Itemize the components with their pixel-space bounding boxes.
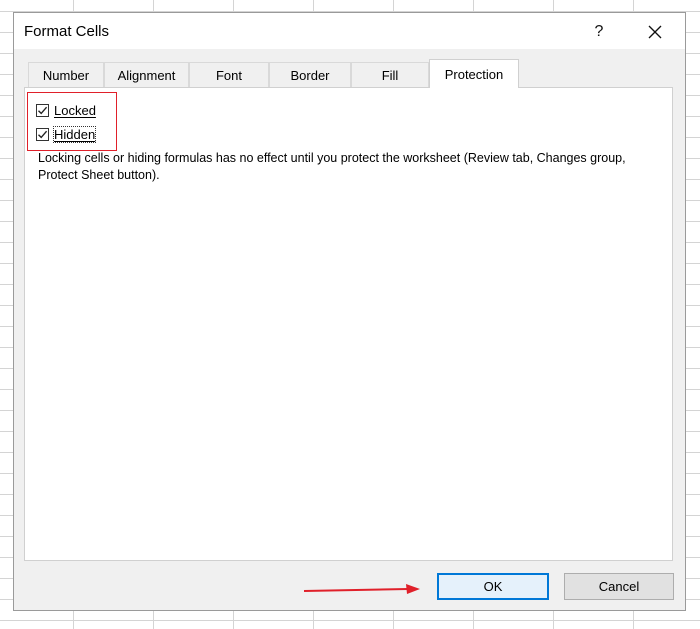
title-bar: Format Cells ? xyxy=(14,13,685,49)
hidden-checkbox[interactable] xyxy=(36,127,49,141)
tab-alignment[interactable]: Alignment xyxy=(104,62,189,87)
tab-fill[interactable]: Fill xyxy=(351,62,429,87)
arrow-annotation-icon xyxy=(304,584,420,594)
locked-label: Locked xyxy=(54,102,96,118)
locked-checkbox[interactable] xyxy=(36,103,49,117)
tab-font[interactable]: Font xyxy=(189,62,269,87)
hidden-label: Hidden xyxy=(52,125,97,143)
close-button[interactable] xyxy=(640,19,670,45)
checkmark-icon xyxy=(38,130,48,138)
tab-protection[interactable]: Protection xyxy=(429,59,519,88)
cancel-button[interactable]: Cancel xyxy=(564,573,674,600)
hidden-checkbox-row[interactable]: Hidden xyxy=(36,125,97,143)
tab-number[interactable]: Number xyxy=(28,62,104,87)
checkmark-icon xyxy=(38,106,48,114)
dialog-title: Format Cells xyxy=(24,23,110,40)
close-icon xyxy=(648,25,662,39)
protection-panel: Locked Hidden Locking cells or hiding fo… xyxy=(24,87,673,561)
format-cells-dialog: Format Cells ? Number Alignment Font Bor… xyxy=(13,12,686,611)
tab-border[interactable]: Border xyxy=(269,62,351,87)
ok-button[interactable]: OK xyxy=(437,573,549,600)
protection-note: Locking cells or hiding formulas has no … xyxy=(38,151,626,182)
locked-checkbox-row[interactable]: Locked xyxy=(36,101,96,119)
help-button[interactable]: ? xyxy=(587,21,611,43)
